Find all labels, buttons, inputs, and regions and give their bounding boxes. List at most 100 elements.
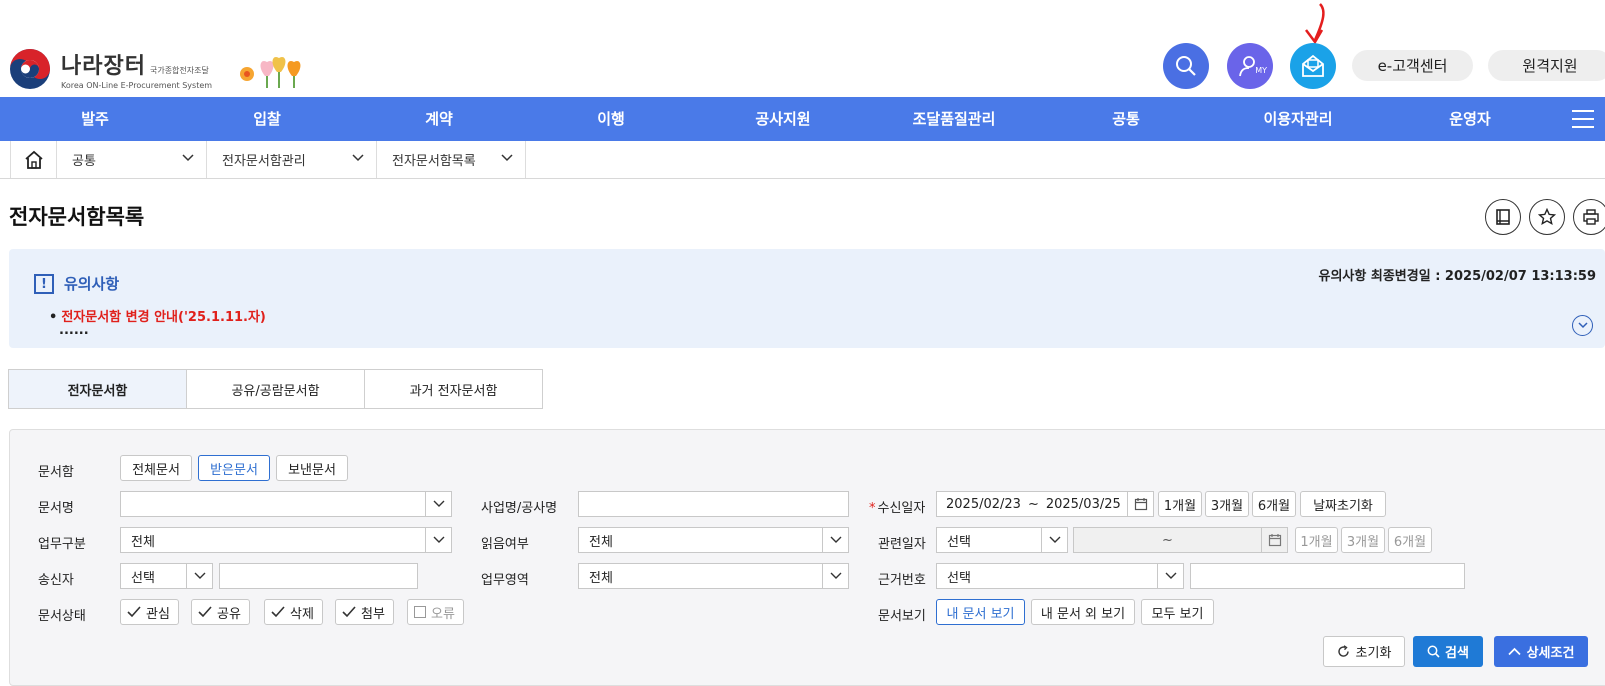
print-icon — [1583, 209, 1599, 225]
status-attached-checkbox[interactable]: 첨부 — [335, 599, 394, 625]
top-header: 나라장터 국가종합전자조달 Korea ON-Line E-Procuremen… — [0, 0, 1605, 97]
status-shared-checkbox[interactable]: 공유 — [191, 599, 250, 625]
chevron-down-icon — [1157, 564, 1183, 588]
detail-button-label: 상세조건 — [1526, 646, 1575, 661]
nav-item-user-management[interactable]: 이용자관리 — [1263, 97, 1332, 141]
related-date-separator: ~ — [1162, 532, 1173, 548]
logo-sub-korean: 국가종합전자조달 — [149, 66, 209, 75]
tab-shared-document-box[interactable]: 공유/공람문서함 — [186, 369, 365, 409]
chevron-down-icon — [186, 564, 212, 588]
print-button[interactable] — [1573, 199, 1605, 235]
star-icon — [1538, 208, 1556, 226]
checkbox-label: 삭제 — [290, 606, 314, 622]
menu-icon[interactable] — [1572, 110, 1594, 128]
nav-item-common[interactable]: 공통 — [1112, 97, 1140, 141]
logo-english: Korea ON-Line E-Procurement System — [61, 81, 213, 90]
status-interest-checkbox[interactable]: 관심 — [120, 599, 179, 625]
main-navigation: 발주 입찰 계약 이행 공사지원 조달품질관리 공통 이용자관리 운영자 — [0, 97, 1605, 141]
business-type-select[interactable]: 전체 — [120, 527, 452, 553]
business-area-select[interactable]: 전체 — [578, 563, 849, 589]
detail-conditions-button[interactable]: 상세조건 — [1494, 636, 1588, 667]
status-error-checkbox[interactable]: 오류 — [407, 599, 464, 625]
notice-ellipsis: ...... — [59, 323, 89, 338]
manual-button[interactable] — [1485, 199, 1521, 235]
receive-date-label-text: 수신일자 — [877, 501, 926, 516]
customer-center-button[interactable]: e-고객센터 — [1352, 50, 1473, 81]
read-status-label: 읽음여부 — [481, 537, 529, 552]
period-3-month-button[interactable]: 3개월 — [1205, 491, 1249, 517]
breadcrumb-doc-list[interactable]: 전자문서함목록 — [377, 141, 526, 178]
check-icon — [271, 606, 285, 618]
received-documents-button[interactable]: 받은문서 — [198, 455, 270, 481]
related-period-3-month-button: 3개월 — [1341, 527, 1385, 553]
nav-item-fulfillment[interactable]: 이행 — [597, 97, 625, 141]
view-my-docs-button[interactable]: 내 문서 보기 — [936, 599, 1025, 625]
breadcrumb-doc-management[interactable]: 전자문서함관리 — [207, 141, 377, 178]
search-button[interactable] — [1163, 43, 1209, 89]
favorite-button[interactable] — [1529, 199, 1565, 235]
chevron-down-icon — [425, 528, 451, 552]
tab-past-document-box[interactable]: 과거 전자문서함 — [364, 369, 543, 409]
view-all-docs-button[interactable]: 모두 보기 — [1141, 599, 1214, 625]
project-name-input[interactable] — [578, 491, 849, 517]
checkbox-label: 첨부 — [361, 606, 385, 622]
all-documents-button[interactable]: 전체문서 — [120, 455, 192, 481]
chevron-down-icon — [425, 492, 451, 516]
logo-main-text: 나라장터 — [61, 54, 146, 79]
chevron-down-icon — [501, 154, 513, 162]
e-document-mailbox-button[interactable] — [1290, 43, 1336, 89]
nav-item-bid[interactable]: 입찰 — [253, 97, 281, 141]
chevron-down-icon — [352, 154, 364, 162]
sender-input[interactable] — [219, 563, 418, 589]
search-icon — [1176, 56, 1196, 76]
site-logo[interactable]: 나라장터 국가종합전자조달 Korea ON-Line E-Procuremen… — [9, 48, 212, 90]
related-period-6-month-button: 6개월 — [1388, 527, 1432, 553]
business-type-label: 업무구분 — [38, 537, 86, 552]
mail-icon — [1302, 54, 1324, 77]
period-6-month-button[interactable]: 6개월 — [1252, 491, 1296, 517]
notice-expand-button[interactable] — [1572, 315, 1593, 336]
breadcrumb: 공통 전자문서함관리 전자문서함목록 — [0, 141, 1605, 179]
empty-checkbox-icon — [414, 606, 426, 618]
reset-button-label: 초기화 — [1355, 646, 1392, 661]
receive-date-range[interactable]: 2025/02/23 ~ 2025/03/25 — [936, 491, 1154, 517]
taegeuk-logo-icon — [10, 49, 50, 89]
remote-support-button[interactable]: 원격지원 — [1488, 50, 1605, 81]
my-label: MY — [1255, 66, 1267, 75]
notice-last-updated: 유의사항 최종변경일 : 2025/02/07 13:13:59 — [1318, 269, 1596, 284]
date-reset-button[interactable]: 날짜초기화 — [1300, 491, 1386, 517]
search-submit-button[interactable]: 검색 — [1413, 636, 1483, 667]
breadcrumb-label: 전자문서함목록 — [392, 154, 476, 169]
period-1-month-button[interactable]: 1개월 — [1158, 491, 1202, 517]
related-date-type-select[interactable]: 선택 — [936, 527, 1068, 553]
read-status-value: 전체 — [589, 534, 613, 550]
breadcrumb-common[interactable]: 공통 — [57, 141, 207, 178]
chevron-down-icon — [1041, 528, 1067, 552]
basis-number-input[interactable] — [1190, 563, 1465, 589]
receive-date-label: * 수신일자 — [869, 497, 925, 516]
read-status-select[interactable]: 전체 — [578, 527, 849, 553]
home-button[interactable] — [10, 141, 57, 178]
nav-item-order[interactable]: 발주 — [81, 97, 109, 141]
nav-item-quality-management[interactable]: 조달품질관리 — [913, 97, 996, 141]
check-icon — [127, 606, 141, 618]
sender-type-select[interactable]: 선택 — [120, 563, 213, 589]
my-page-button[interactable]: MY — [1227, 43, 1273, 89]
calendar-icon — [1261, 528, 1287, 552]
sent-documents-button[interactable]: 보낸문서 — [276, 455, 348, 481]
reset-button[interactable]: 초기화 — [1323, 636, 1405, 667]
logo-text: 나라장터 국가종합전자조달 Korea ON-Line E-Procuremen… — [61, 48, 212, 90]
notice-title: 유의사항 — [64, 275, 120, 293]
doc-name-select[interactable] — [120, 491, 452, 517]
calendar-icon[interactable] — [1127, 492, 1153, 516]
nav-item-operator[interactable]: 운영자 — [1449, 97, 1490, 141]
view-other-docs-button[interactable]: 내 문서 외 보기 — [1031, 599, 1135, 625]
basis-number-type-select[interactable]: 선택 — [936, 563, 1184, 589]
date-separator: ~ — [1027, 496, 1039, 512]
project-name-label: 사업명/공사명 — [481, 501, 558, 516]
nav-item-construction-support[interactable]: 공사지원 — [755, 97, 810, 141]
tab-e-document-box[interactable]: 전자문서함 — [8, 369, 187, 409]
status-deleted-checkbox[interactable]: 삭제 — [264, 599, 323, 625]
doc-name-label: 문서명 — [38, 501, 74, 516]
nav-item-contract[interactable]: 계약 — [425, 97, 453, 141]
